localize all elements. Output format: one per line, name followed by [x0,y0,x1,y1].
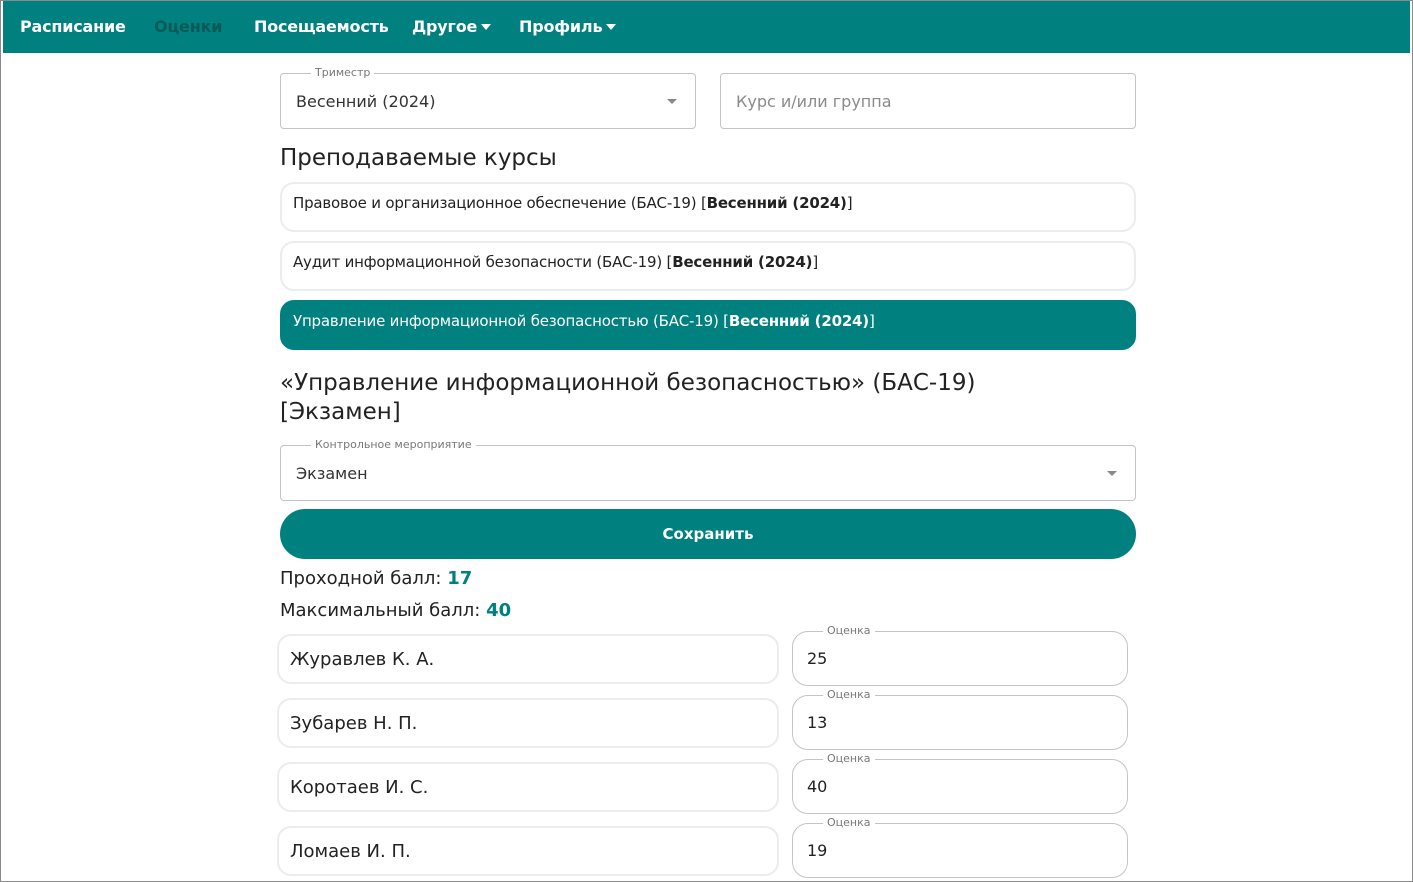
pass-score-value: 17 [447,568,473,589]
course-item-selected[interactable]: Управление информационной безопасностью … [280,300,1136,350]
grade-input[interactable] [807,649,1107,668]
course-item-text: Правовое и организационное обеспечение (… [293,194,853,212]
grade-label: Оценка [823,624,875,637]
grade-field: Оценка [792,624,1128,686]
student-name: Журавлев К. А. [290,649,435,670]
grade-label: Оценка [823,816,875,829]
nav-attendance[interactable]: Посещаемость [254,17,389,36]
control-event-value: Экзамен [296,464,368,483]
grade-input[interactable] [807,713,1107,732]
nav-other-label: Другое [412,17,478,36]
course-group-search [720,73,1136,129]
detail-title-line1: «Управление информационной безопасностью… [280,370,976,396]
caret-down-icon [606,24,617,30]
course-name: Правовое и организационное обеспечение (… [293,194,707,212]
course-group-input[interactable] [736,92,1116,111]
student-name-box: Журавлев К. А. [277,634,779,684]
student-name: Ломаев И. П. [290,841,411,862]
pass-score-label: Проходной балл: [280,568,448,589]
grade-label: Оценка [823,752,875,765]
max-score-value: 40 [486,600,512,621]
nav-grades[interactable]: Оценки [154,17,222,36]
course-term: Весенний (2024) [672,253,813,271]
student-name: Зубарев Н. П. [290,713,418,734]
nav-profile-label: Профиль [519,17,603,36]
grade-label: Оценка [823,688,875,701]
dropdown-arrow-icon [1107,471,1117,476]
dropdown-arrow-icon [667,99,677,104]
course-item[interactable]: Правовое и организационное обеспечение (… [280,182,1136,232]
nav-profile[interactable]: Профиль [519,17,617,36]
app-window: Расписание Оценки Посещаемость Другое Пр… [0,0,1413,882]
trimester-value: Весенний (2024) [296,92,436,111]
course-bracket: ] [846,194,853,212]
student-name: Коротаев И. С. [290,777,429,798]
control-event-select[interactable]: Контрольное мероприятие Экзамен [280,438,1136,501]
course-term: Весенний (2024) [728,312,869,330]
control-event-label: Контрольное мероприятие [311,438,476,451]
course-bracket: ] [868,312,875,330]
trimester-select[interactable]: Триместр Весенний (2024) [280,66,696,129]
course-term: Весенний (2024) [706,194,847,212]
student-name-box: Коротаев И. С. [277,762,779,812]
grade-input[interactable] [807,841,1107,860]
caret-down-icon [481,24,492,30]
student-name-box: Ломаев И. П. [277,826,779,876]
max-score-label: Максимальный балл: [280,600,487,621]
student-name-box: Зубарев Н. П. [277,698,779,748]
max-score: Максимальный балл: 40 [280,600,511,621]
nav-other[interactable]: Другое [412,17,492,36]
detail-title-line2: [Экзамен] [280,399,401,425]
course-item-text: Управление информационной безопасностью … [293,312,875,330]
trimester-label: Триместр [311,66,375,79]
course-item-text: Аудит информационной безопасности (БАС-1… [293,253,818,271]
pass-score: Проходной балл: 17 [280,568,472,589]
grade-field: Оценка [792,816,1128,878]
grade-field: Оценка [792,688,1128,750]
course-bracket: ] [812,253,818,271]
course-name: Управление информационной безопасностью … [293,312,729,330]
top-navbar: Расписание Оценки Посещаемость Другое Пр… [3,1,1410,53]
course-item[interactable]: Аудит информационной безопасности (БАС-1… [280,241,1136,291]
grade-field: Оценка [792,752,1128,814]
grade-input[interactable] [807,777,1107,796]
course-name: Аудит информационной безопасности (БАС-1… [293,253,673,271]
courses-heading: Преподаваемые курсы [280,145,557,171]
nav-schedule[interactable]: Расписание [20,17,126,36]
save-button[interactable]: Сохранить [280,509,1136,559]
